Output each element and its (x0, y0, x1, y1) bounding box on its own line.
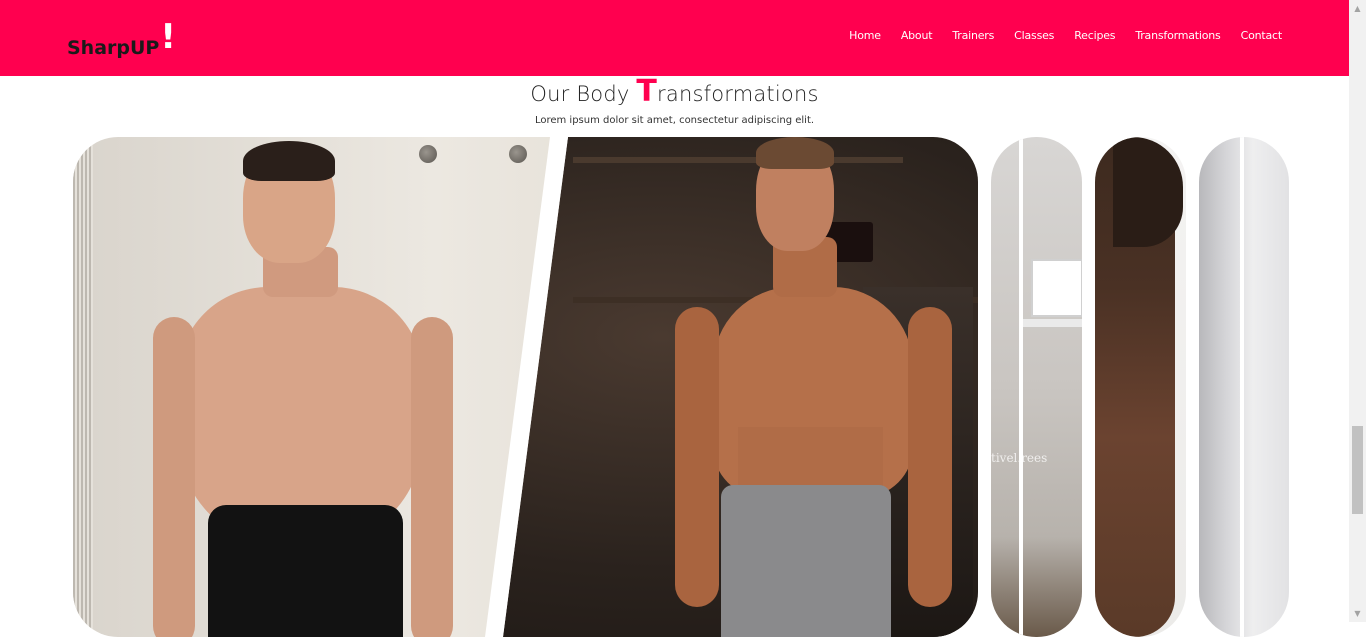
section-title-suffix: ransformations (657, 82, 819, 106)
wall-knob (419, 145, 437, 163)
nav-link-contact[interactable]: Contact (1241, 29, 1283, 42)
section-subtitle: Lorem ipsum dolor sit amet, consectetur … (534, 115, 815, 126)
section-title-accent-letter: T (636, 74, 658, 109)
logo-text: SharpUP (67, 37, 160, 59)
radiator (73, 137, 93, 637)
nav-link-classes[interactable]: Classes (1014, 29, 1054, 42)
transformation-card-4[interactable] (1199, 137, 1289, 637)
picture-frame (1031, 259, 1082, 317)
nav-link-trainers[interactable]: Trainers (952, 29, 994, 42)
gym-rack (573, 157, 903, 163)
nav-link-transformations[interactable]: Transformations (1135, 29, 1220, 42)
transformation-card-featured[interactable] (73, 137, 978, 637)
transformation-photo-4 (1199, 137, 1289, 637)
scroll-down-arrow-icon[interactable]: ▼ (1349, 605, 1366, 622)
page-scrollbar[interactable]: ▲ ▼ (1349, 0, 1366, 622)
transformation-photo-2 (991, 137, 1082, 637)
transformation-card-2[interactable]: tivel.rees (991, 137, 1082, 637)
transformation-card-3[interactable] (1095, 137, 1186, 637)
nav-link-about[interactable]: About (901, 29, 933, 42)
nav-link-home[interactable]: Home (849, 29, 881, 42)
wall-knob (509, 145, 527, 163)
nav-menu: Home About Trainers Classes Recipes Tran… (829, 29, 1282, 42)
before-after-divider (1019, 137, 1023, 637)
navbar: SharpUP ! Home About Trainers Classes Re… (0, 0, 1349, 76)
photo-watermark: tivel.rees (991, 451, 1048, 465)
scroll-up-arrow-icon[interactable]: ▲ (1349, 0, 1366, 17)
section-title-prefix: Our Body (530, 82, 637, 106)
before-after-divider (1240, 137, 1244, 637)
scrollbar-thumb[interactable] (1352, 426, 1363, 514)
site-logo[interactable]: SharpUP ! (67, 20, 176, 60)
section-title: Our Body Transformations (0, 74, 1349, 109)
nav-link-recipes[interactable]: Recipes (1074, 29, 1115, 42)
wall-shelf (1023, 319, 1082, 327)
logo-exclamation-mark: ! (160, 17, 176, 57)
